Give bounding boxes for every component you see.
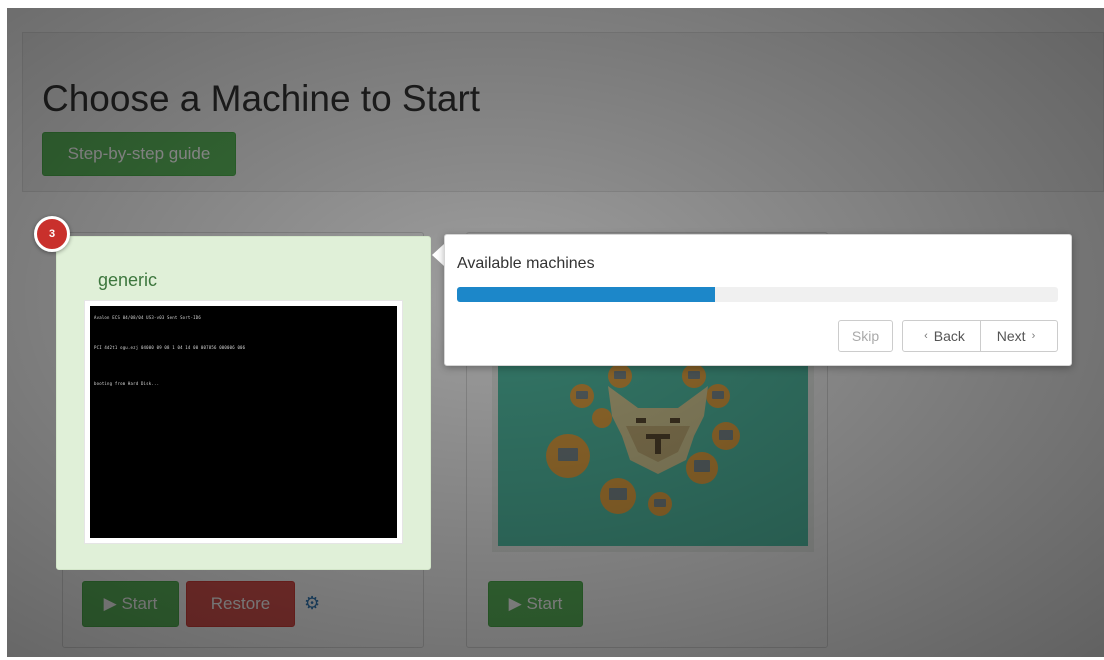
chevron-right-icon: › <box>1031 330 1036 342</box>
tour-step-badge: 3 <box>34 216 70 252</box>
gear-icon[interactable]: ⚙ <box>304 594 322 612</box>
tour-popover-text: Available machines <box>457 255 595 272</box>
tour-back-label: Back <box>933 328 965 344</box>
tour-progress-bar <box>457 287 1058 302</box>
screen-line: Avalon ECS 04/08/04 US3-v03 Sent Sort-ID… <box>94 315 201 320</box>
restore-button-generic[interactable]: Restore <box>186 581 295 627</box>
screen-line: PCI 4d2t1 ogu.ezj 04000 09 08 1 04 14 00… <box>94 345 246 350</box>
tour-next-label: Next <box>996 328 1026 344</box>
start-button-machine-2[interactable]: ▶ Start <box>488 581 583 627</box>
screen-line: booting from Hard Disk... <box>94 381 160 386</box>
page-title: Choose a Machine to Start <box>42 78 481 119</box>
machine-name: generic <box>98 270 158 290</box>
machine-screenshot: Avalon ECS 04/08/04 US3-v03 Sent Sort-ID… <box>90 306 397 538</box>
tour-progress-fill <box>457 287 716 302</box>
chevron-left-icon: ‹ <box>924 330 928 342</box>
start-button-generic[interactable]: ▶ Start <box>82 581 179 627</box>
camel-network-icon <box>492 350 814 552</box>
frame-edge-left <box>0 0 7 660</box>
frame-edge-top <box>0 0 1104 8</box>
tour-skip-button[interactable]: Skip <box>838 320 893 352</box>
tour-back-button[interactable]: ‹ Back <box>902 320 981 352</box>
popover-arrow <box>432 244 444 266</box>
step-by-step-guide-button[interactable]: Step-by-step guide <box>42 132 236 176</box>
tour-next-button[interactable]: Next › <box>980 320 1058 352</box>
